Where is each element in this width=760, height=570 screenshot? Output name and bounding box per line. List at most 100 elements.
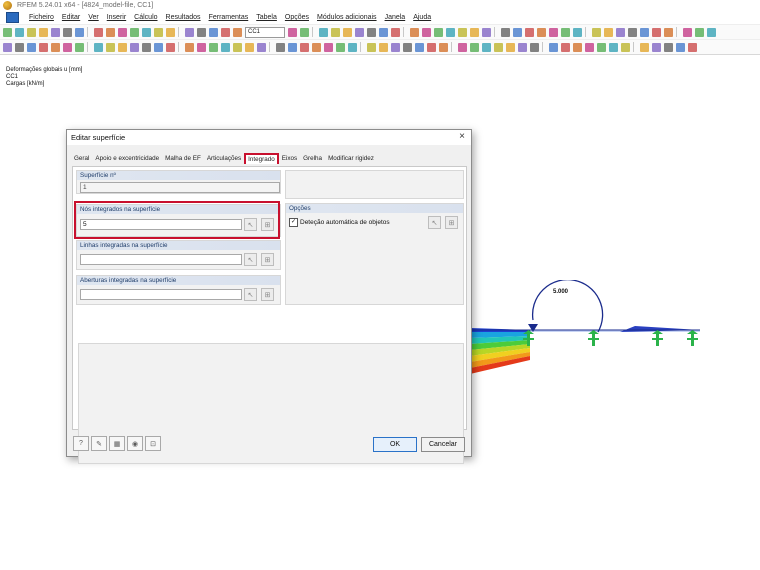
toolbar-button-icon[interactable] bbox=[130, 42, 139, 52]
structure-diagram[interactable]: 5.000 bbox=[470, 280, 730, 400]
toolbar-button-icon[interactable] bbox=[676, 42, 685, 52]
toolbar-button-icon[interactable] bbox=[367, 27, 376, 37]
toolbar-button-icon[interactable] bbox=[415, 42, 424, 52]
units-icon[interactable]: ▦ bbox=[109, 436, 125, 451]
toolbar-button-icon[interactable] bbox=[319, 27, 328, 37]
toolbar-button-icon[interactable] bbox=[513, 27, 522, 37]
tab-3[interactable]: Articulações bbox=[204, 153, 244, 164]
load-case-select[interactable]: CC1 bbox=[245, 26, 285, 38]
toolbar-button-icon[interactable] bbox=[233, 42, 242, 52]
toolbar-button-icon[interactable] bbox=[142, 42, 151, 52]
toolbar-button-icon[interactable] bbox=[39, 42, 48, 52]
help-icon[interactable]: ? bbox=[73, 436, 89, 451]
pick-objects-icon[interactable]: ↖ bbox=[428, 216, 441, 229]
menu-item[interactable]: Janela bbox=[381, 14, 410, 21]
menu-item[interactable]: Inserir bbox=[103, 14, 130, 21]
toolbar-button-icon[interactable] bbox=[331, 27, 340, 37]
toolbar-button-icon[interactable] bbox=[63, 27, 72, 37]
toolbar-button-icon[interactable] bbox=[185, 27, 194, 37]
view-eye-icon[interactable]: ◉ bbox=[127, 436, 143, 451]
integrated-openings-input[interactable] bbox=[80, 289, 242, 300]
pick-model-icon[interactable]: ⊡ bbox=[145, 436, 161, 451]
toolbar-button-icon[interactable] bbox=[3, 42, 12, 52]
toolbar-button-icon[interactable] bbox=[609, 42, 618, 52]
toolbar-button-icon[interactable] bbox=[422, 27, 431, 37]
toolbar-button-icon[interactable] bbox=[343, 27, 352, 37]
menu-item[interactable]: Cálculo bbox=[130, 14, 161, 21]
toolbar-button-icon[interactable] bbox=[664, 42, 673, 52]
toolbar-button-icon[interactable] bbox=[3, 27, 12, 37]
toolbar-button-icon[interactable] bbox=[355, 27, 364, 37]
toolbar-button-icon[interactable] bbox=[597, 42, 606, 52]
menu-item[interactable]: Editar bbox=[58, 14, 84, 21]
toolbar-button-icon[interactable] bbox=[585, 42, 594, 52]
toolbar-button-icon[interactable] bbox=[439, 42, 448, 52]
menu-item[interactable]: Ver bbox=[84, 14, 103, 21]
tab-1[interactable]: Apoio e excentricidade bbox=[92, 153, 162, 164]
toolbar-button-icon[interactable] bbox=[688, 42, 697, 52]
toolbar-button-icon[interactable] bbox=[379, 27, 388, 37]
toolbar-button-icon[interactable] bbox=[683, 27, 692, 37]
toolbar-button-icon[interactable] bbox=[27, 27, 36, 37]
document-icon[interactable] bbox=[6, 12, 19, 23]
toolbar-button-icon[interactable] bbox=[604, 27, 613, 37]
toolbar-button-icon[interactable] bbox=[494, 42, 503, 52]
toolbar-button-icon[interactable] bbox=[221, 27, 230, 37]
pick-objects-multiple-icon[interactable]: ⊞ bbox=[445, 216, 458, 229]
toolbar-button-icon[interactable] bbox=[75, 42, 84, 52]
toolbar-button-icon[interactable] bbox=[94, 27, 103, 37]
toolbar-button-icon[interactable] bbox=[185, 42, 194, 52]
toolbar-button-icon[interactable] bbox=[470, 27, 479, 37]
toolbar-button-icon[interactable] bbox=[233, 27, 242, 37]
toolbar-button-icon[interactable] bbox=[470, 42, 479, 52]
toolbar-button-icon[interactable] bbox=[549, 42, 558, 52]
toolbar-button-icon[interactable] bbox=[221, 42, 230, 52]
toolbar-button-icon[interactable] bbox=[51, 42, 60, 52]
toolbar-button-icon[interactable] bbox=[94, 42, 103, 52]
checkbox-check-icon[interactable]: ✓ bbox=[289, 218, 298, 227]
toolbar-button-icon[interactable] bbox=[154, 27, 163, 37]
toolbar-button-icon[interactable] bbox=[482, 42, 491, 52]
toolbar-button-icon[interactable] bbox=[446, 27, 455, 37]
toolbar-button-icon[interactable] bbox=[142, 27, 151, 37]
toolbar-button-icon[interactable] bbox=[324, 42, 333, 52]
tab-7[interactable]: Modificar rigidez bbox=[325, 153, 377, 164]
toolbar-button-icon[interactable] bbox=[75, 27, 84, 37]
integrated-lines-input[interactable] bbox=[80, 254, 242, 265]
toolbar-button-icon[interactable] bbox=[707, 27, 716, 37]
menu-item[interactable]: Resultados bbox=[162, 14, 205, 21]
toolbar-button-icon[interactable] bbox=[616, 27, 625, 37]
toolbar-button-icon[interactable] bbox=[118, 42, 127, 52]
toolbar-button-icon[interactable] bbox=[209, 27, 218, 37]
close-icon[interactable]: × bbox=[459, 131, 465, 142]
toolbar-button-icon[interactable] bbox=[336, 42, 345, 52]
tab-5[interactable]: Eixos bbox=[279, 153, 300, 164]
toolbar-button-icon[interactable] bbox=[573, 42, 582, 52]
menu-item[interactable]: Ferramentas bbox=[205, 14, 253, 21]
toolbar-button-icon[interactable] bbox=[367, 42, 376, 52]
tab-0[interactable]: Geral bbox=[71, 153, 92, 164]
toolbar-button-icon[interactable] bbox=[695, 27, 704, 37]
toolbar-button-icon[interactable] bbox=[51, 27, 60, 37]
toolbar-button-icon[interactable] bbox=[458, 27, 467, 37]
cancel-button[interactable]: Cancelar bbox=[421, 437, 465, 452]
tab-2[interactable]: Malha de EF bbox=[162, 153, 204, 164]
toolbar-button-icon[interactable] bbox=[549, 27, 558, 37]
toolbar-button-icon[interactable] bbox=[561, 27, 570, 37]
toolbar-button-icon[interactable] bbox=[118, 27, 127, 37]
toolbar-button-icon[interactable] bbox=[15, 27, 24, 37]
toolbar-button-icon[interactable] bbox=[15, 42, 24, 52]
toolbar-button-icon[interactable] bbox=[27, 42, 36, 52]
toolbar-button-icon[interactable] bbox=[640, 27, 649, 37]
ok-button[interactable]: OK bbox=[373, 437, 417, 452]
toolbar-button-icon[interactable] bbox=[525, 27, 534, 37]
toolbar-button-icon[interactable] bbox=[621, 42, 630, 52]
toolbar-button-icon[interactable] bbox=[530, 42, 539, 52]
toolbar-button-icon[interactable] bbox=[106, 27, 115, 37]
toolbar-button-icon[interactable] bbox=[348, 42, 357, 52]
toolbar-button-icon[interactable] bbox=[39, 27, 48, 37]
toolbar-button-icon[interactable] bbox=[288, 27, 297, 37]
pick-lines-multiple-icon[interactable]: ⊞ bbox=[261, 253, 274, 266]
toolbar-button-icon[interactable] bbox=[403, 42, 412, 52]
toolbar-button-icon[interactable] bbox=[288, 42, 297, 52]
